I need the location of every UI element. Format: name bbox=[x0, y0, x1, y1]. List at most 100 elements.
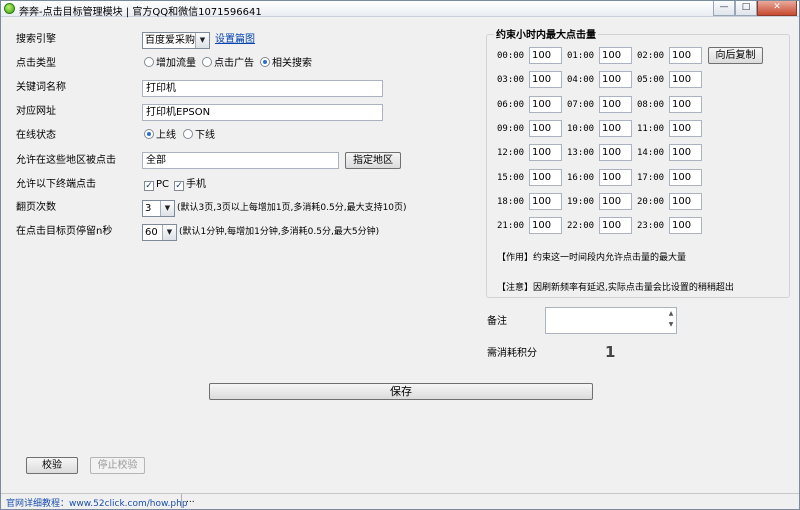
status-divider bbox=[181, 494, 182, 508]
engine-select-value: 百度爱采购 bbox=[145, 35, 195, 46]
pages-select[interactable]: 3 ▼ bbox=[142, 200, 175, 217]
hour-limit-input[interactable]: 100 bbox=[529, 169, 562, 186]
cost-label: 需消耗积分 bbox=[487, 348, 537, 359]
status-bar: 官网详细教程：www.52click.com/how.php ... bbox=[1, 493, 799, 509]
cost-value: 1 bbox=[605, 343, 616, 361]
hourly-limit-title: 约束小时内最大点击量 bbox=[494, 26, 598, 41]
hour-label: 10:00 bbox=[567, 124, 595, 134]
hour-label: 06:00 bbox=[497, 100, 525, 110]
radio-label: 上线 bbox=[156, 130, 176, 141]
radio-icon bbox=[183, 129, 193, 139]
click-type-radio-traffic[interactable]: 增加流量 bbox=[144, 57, 196, 71]
hour-limit-input[interactable]: 100 bbox=[669, 96, 702, 113]
status-radio-offline[interactable]: 下线 bbox=[183, 129, 215, 143]
terminal-checkbox-pc[interactable]: ✓ PC bbox=[144, 178, 169, 192]
checkbox-label: 手机 bbox=[186, 179, 206, 190]
stay-select-value: 60 bbox=[145, 227, 158, 238]
hour-label: 20:00 bbox=[637, 197, 665, 207]
url-input[interactable]: 打印机EPSON bbox=[142, 104, 383, 121]
close-button[interactable]: ✕ bbox=[757, 1, 797, 16]
hour-limit-input[interactable]: 100 bbox=[599, 120, 632, 137]
hour-limit-input[interactable]: 100 bbox=[529, 217, 562, 234]
hour-limit-input[interactable]: 100 bbox=[599, 169, 632, 186]
hour-limit-input[interactable]: 100 bbox=[669, 144, 702, 161]
hour-limit-input[interactable]: 100 bbox=[529, 71, 562, 88]
click-type-radio-ads[interactable]: 点击广告 bbox=[202, 57, 254, 71]
radio-label: 相关搜索 bbox=[272, 58, 312, 69]
stay-select[interactable]: 60 ▼ bbox=[142, 224, 177, 241]
engine-select[interactable]: 百度爱采购 ▼ bbox=[142, 32, 210, 49]
hour-label: 08:00 bbox=[637, 100, 665, 110]
radio-label: 下线 bbox=[195, 130, 215, 141]
hour-label: 11:00 bbox=[637, 124, 665, 134]
scroll-up-icon[interactable]: ▲ bbox=[666, 308, 676, 319]
hour-limit-input[interactable]: 100 bbox=[599, 144, 632, 161]
hour-limit-input[interactable]: 100 bbox=[529, 193, 562, 210]
engine-settings-link[interactable]: 设置篇图 bbox=[215, 33, 255, 47]
remark-textarea[interactable]: ▲ ▼ bbox=[545, 307, 677, 334]
verify-button[interactable]: 校验 bbox=[26, 457, 78, 474]
app-logo-icon bbox=[4, 3, 15, 14]
checkbox-checked-icon: ✓ bbox=[144, 181, 154, 191]
copy-forward-button[interactable]: 向后复制 bbox=[708, 47, 763, 64]
radio-selected-icon bbox=[260, 57, 270, 67]
hour-label: 05:00 bbox=[637, 75, 665, 85]
hour-label: 02:00 bbox=[637, 51, 665, 61]
chevron-down-icon: ▼ bbox=[195, 33, 209, 48]
hour-label: 19:00 bbox=[567, 197, 595, 207]
hour-limit-input[interactable]: 100 bbox=[669, 47, 702, 64]
terminal-checkbox-mobile[interactable]: ✓ 手机 bbox=[174, 178, 206, 192]
status-extra: ... bbox=[186, 495, 195, 505]
hour-limit-input[interactable]: 100 bbox=[529, 120, 562, 137]
hour-limit-input[interactable]: 100 bbox=[529, 96, 562, 113]
tutorial-link[interactable]: 官网详细教程：www.52click.com/how.php bbox=[6, 496, 188, 509]
pages-select-value: 3 bbox=[145, 203, 152, 214]
chevron-down-icon: ▼ bbox=[162, 225, 176, 240]
radio-label: 点击广告 bbox=[214, 58, 254, 69]
hour-label: 22:00 bbox=[567, 221, 595, 231]
hour-limit-input[interactable]: 100 bbox=[529, 144, 562, 161]
status-label: 在线状态 bbox=[16, 130, 56, 141]
pages-label: 翻页次数 bbox=[16, 202, 56, 213]
hour-limit-input[interactable]: 100 bbox=[669, 217, 702, 234]
window-controls: — □ ✕ bbox=[713, 1, 797, 17]
radio-label: 增加流量 bbox=[156, 58, 196, 69]
maximize-button[interactable]: □ bbox=[735, 1, 757, 16]
hour-limit-input[interactable]: 100 bbox=[669, 193, 702, 210]
chevron-down-icon: ▼ bbox=[160, 201, 174, 216]
click-type-radio-related[interactable]: 相关搜索 bbox=[260, 57, 312, 71]
hour-limit-input[interactable]: 100 bbox=[599, 71, 632, 88]
remark-label: 备注 bbox=[487, 316, 507, 327]
hour-limit-input[interactable]: 100 bbox=[599, 193, 632, 210]
minimize-button[interactable]: — bbox=[713, 1, 735, 16]
hour-label: 21:00 bbox=[497, 221, 525, 231]
warning-note: 【注意】因刷新频率有延迟,实际点击量会比设置的稍稍超出 bbox=[497, 283, 734, 293]
radio-icon bbox=[144, 57, 154, 67]
click-type-label: 点击类型 bbox=[16, 58, 56, 69]
radio-selected-icon bbox=[144, 129, 154, 139]
hour-limit-input[interactable]: 100 bbox=[599, 96, 632, 113]
terminal-label: 允许以下终端点击 bbox=[16, 179, 96, 190]
checkbox-checked-icon: ✓ bbox=[174, 181, 184, 191]
hour-limit-input[interactable]: 100 bbox=[669, 71, 702, 88]
hour-label: 15:00 bbox=[497, 173, 525, 183]
remark-scrollbar[interactable]: ▲ ▼ bbox=[666, 308, 676, 333]
scroll-down-icon[interactable]: ▼ bbox=[666, 319, 676, 330]
hour-limit-input[interactable]: 100 bbox=[599, 47, 632, 64]
hour-limit-input[interactable]: 100 bbox=[599, 217, 632, 234]
hour-label: 14:00 bbox=[637, 148, 665, 158]
stay-label: 在点击目标页停留n秒 bbox=[16, 226, 113, 237]
hour-limit-input[interactable]: 100 bbox=[529, 47, 562, 64]
region-input[interactable]: 全部 bbox=[142, 152, 339, 169]
effect-note: 【作用】约束这一时间段内允许点击量的最大量 bbox=[497, 253, 687, 263]
window-title: 奔奔-点击目标管理模块 | 官方QQ和微信1071596641 bbox=[19, 7, 262, 18]
hour-limit-input[interactable]: 100 bbox=[669, 169, 702, 186]
hour-label: 12:00 bbox=[497, 148, 525, 158]
status-radio-online[interactable]: 上线 bbox=[144, 129, 176, 143]
save-button[interactable]: 保存 bbox=[209, 383, 593, 400]
specify-region-button[interactable]: 指定地区 bbox=[345, 152, 401, 169]
keyword-input[interactable]: 打印机 bbox=[142, 80, 383, 97]
keyword-label: 关键词名称 bbox=[16, 82, 66, 93]
stay-hint: (默认1分钟,每增加1分钟,多消耗0.5分,最大5分钟) bbox=[179, 227, 380, 237]
hour-limit-input[interactable]: 100 bbox=[669, 120, 702, 137]
